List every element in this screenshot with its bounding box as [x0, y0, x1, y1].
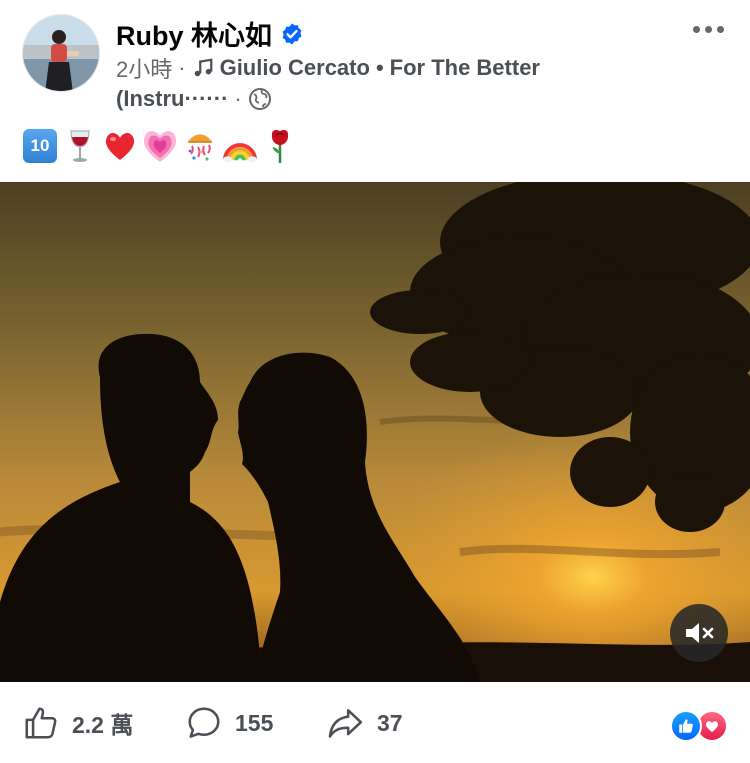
rainbow-emoji-icon — [222, 128, 258, 164]
keycap-10-emoji-icon: 10 — [22, 128, 58, 164]
share-button[interactable]: 37 — [325, 704, 403, 742]
mute-button[interactable] — [670, 604, 728, 662]
rose-emoji-icon — [262, 128, 298, 164]
song-title[interactable]: For The Better — [390, 55, 540, 81]
share-count: 37 — [377, 709, 403, 736]
comment-bubble-icon — [188, 707, 220, 738]
post-time[interactable]: 2小時 — [116, 52, 172, 84]
comment-button[interactable]: 155 — [185, 704, 273, 742]
wine-glass-emoji-icon — [62, 128, 98, 164]
more-dot-icon — [705, 26, 712, 33]
meta-separator: · — [178, 55, 186, 80]
more-dot-icon — [717, 26, 724, 33]
video-player[interactable] — [0, 182, 750, 682]
sunset-silhouette-video-frame — [0, 182, 750, 682]
comment-count: 155 — [235, 709, 274, 736]
more-dot-icon — [693, 26, 700, 33]
author-avatar[interactable] — [22, 14, 100, 92]
confetti-ball-emoji-icon — [182, 128, 218, 164]
post-actions-bar: 2.2 萬 155 37 — [0, 690, 750, 763]
reaction-summary[interactable] — [670, 710, 728, 742]
song-artist[interactable]: Giulio Cercato — [220, 55, 370, 81]
post-caption-emojis: 10 — [22, 128, 298, 164]
red-heart-emoji-icon — [102, 128, 138, 164]
author-name[interactable]: Ruby 林心如 — [116, 14, 272, 53]
share-arrow-icon — [328, 709, 363, 738]
music-note-icon — [194, 58, 212, 77]
more-options-button[interactable] — [693, 26, 724, 33]
like-button[interactable]: 2.2 萬 — [22, 704, 133, 742]
growing-heart-emoji-icon — [142, 128, 178, 164]
meta-separator-2: · — [234, 86, 242, 111]
verified-badge-icon — [282, 23, 302, 44]
speaker-muted-icon — [686, 623, 714, 643]
thumbs-up-icon — [25, 707, 57, 739]
song-title-continued[interactable]: (Instru······ — [116, 86, 228, 112]
globe-icon — [248, 88, 271, 110]
like-count: 2.2 萬 — [72, 712, 134, 738]
song-separator: • — [375, 55, 384, 80]
post-header: Ruby 林心如 2小時 · Giulio Cercato • For The … — [0, 0, 750, 120]
like-reaction-icon — [670, 710, 702, 742]
